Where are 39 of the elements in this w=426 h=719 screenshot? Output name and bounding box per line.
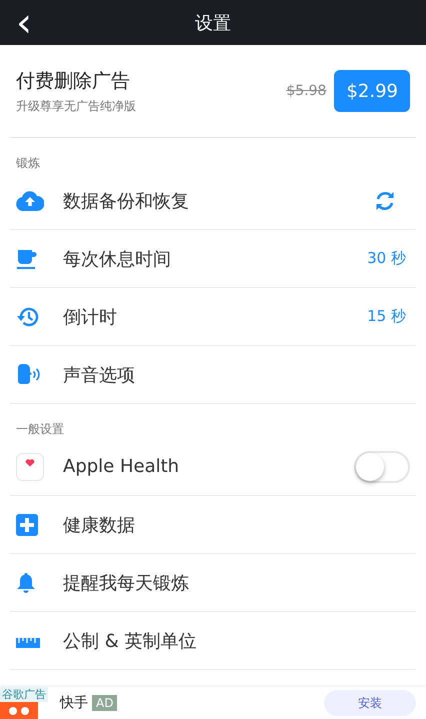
settings-row[interactable]: 声音选项	[10, 346, 416, 404]
ad-tag: 谷歌广告	[0, 687, 48, 702]
settings-row[interactable]: 公制 & 英制单位	[10, 612, 416, 670]
sync-icon[interactable]	[374, 190, 396, 212]
medical-cross-icon	[16, 514, 38, 536]
settings-row[interactable]: 倒计时 15 秒	[10, 288, 416, 346]
settings-row[interactable]: 健康数据	[10, 496, 416, 554]
settings-row[interactable]: 数据备份和恢复	[10, 172, 416, 230]
heart-app-icon	[16, 452, 44, 480]
old-price: $5.98	[286, 83, 326, 99]
row-label: 倒计时	[63, 306, 118, 328]
screen-title: 设置	[195, 12, 231, 34]
row-label: 健康数据	[63, 514, 136, 536]
ad-app-name: 快手	[60, 694, 88, 712]
promo-subtitle: 升级尊享无广告纯净版	[16, 98, 137, 114]
toggle-switch[interactable]	[354, 450, 410, 482]
row-label: 数据备份和恢复	[63, 190, 190, 212]
history-icon	[16, 306, 40, 328]
row-value: 15 秒	[367, 307, 406, 326]
settings-row[interactable]: 每次休息时间 30 秒	[10, 230, 416, 288]
cloud-upload-icon	[16, 190, 44, 210]
speaking-head-icon	[16, 364, 40, 386]
install-button[interactable]: 安装	[324, 690, 416, 716]
ad-badge: AD	[92, 695, 118, 711]
row-label: 声音选项	[63, 364, 136, 386]
coffee-cup-icon	[16, 248, 38, 270]
promo-title: 付费删除广告	[16, 68, 131, 94]
settings-row[interactable]: 提醒我每天锻炼	[10, 554, 416, 612]
back-button[interactable]: ‹	[8, 0, 40, 45]
settings-row[interactable]: Apple Health	[10, 438, 416, 496]
section-label: 一般设置	[15, 421, 65, 438]
row-label: 提醒我每天锻炼	[63, 572, 190, 594]
bell-icon	[16, 572, 36, 594]
row-value: 30 秒	[367, 249, 406, 268]
ad-banner[interactable]: 谷歌广告 快手 AD 安装	[0, 687, 426, 719]
row-label: Apple Health	[63, 456, 180, 477]
row-label: 公制 & 英制单位	[63, 630, 198, 652]
row-label: 每次休息时间	[63, 248, 172, 270]
section-label: 锻炼	[15, 155, 41, 172]
